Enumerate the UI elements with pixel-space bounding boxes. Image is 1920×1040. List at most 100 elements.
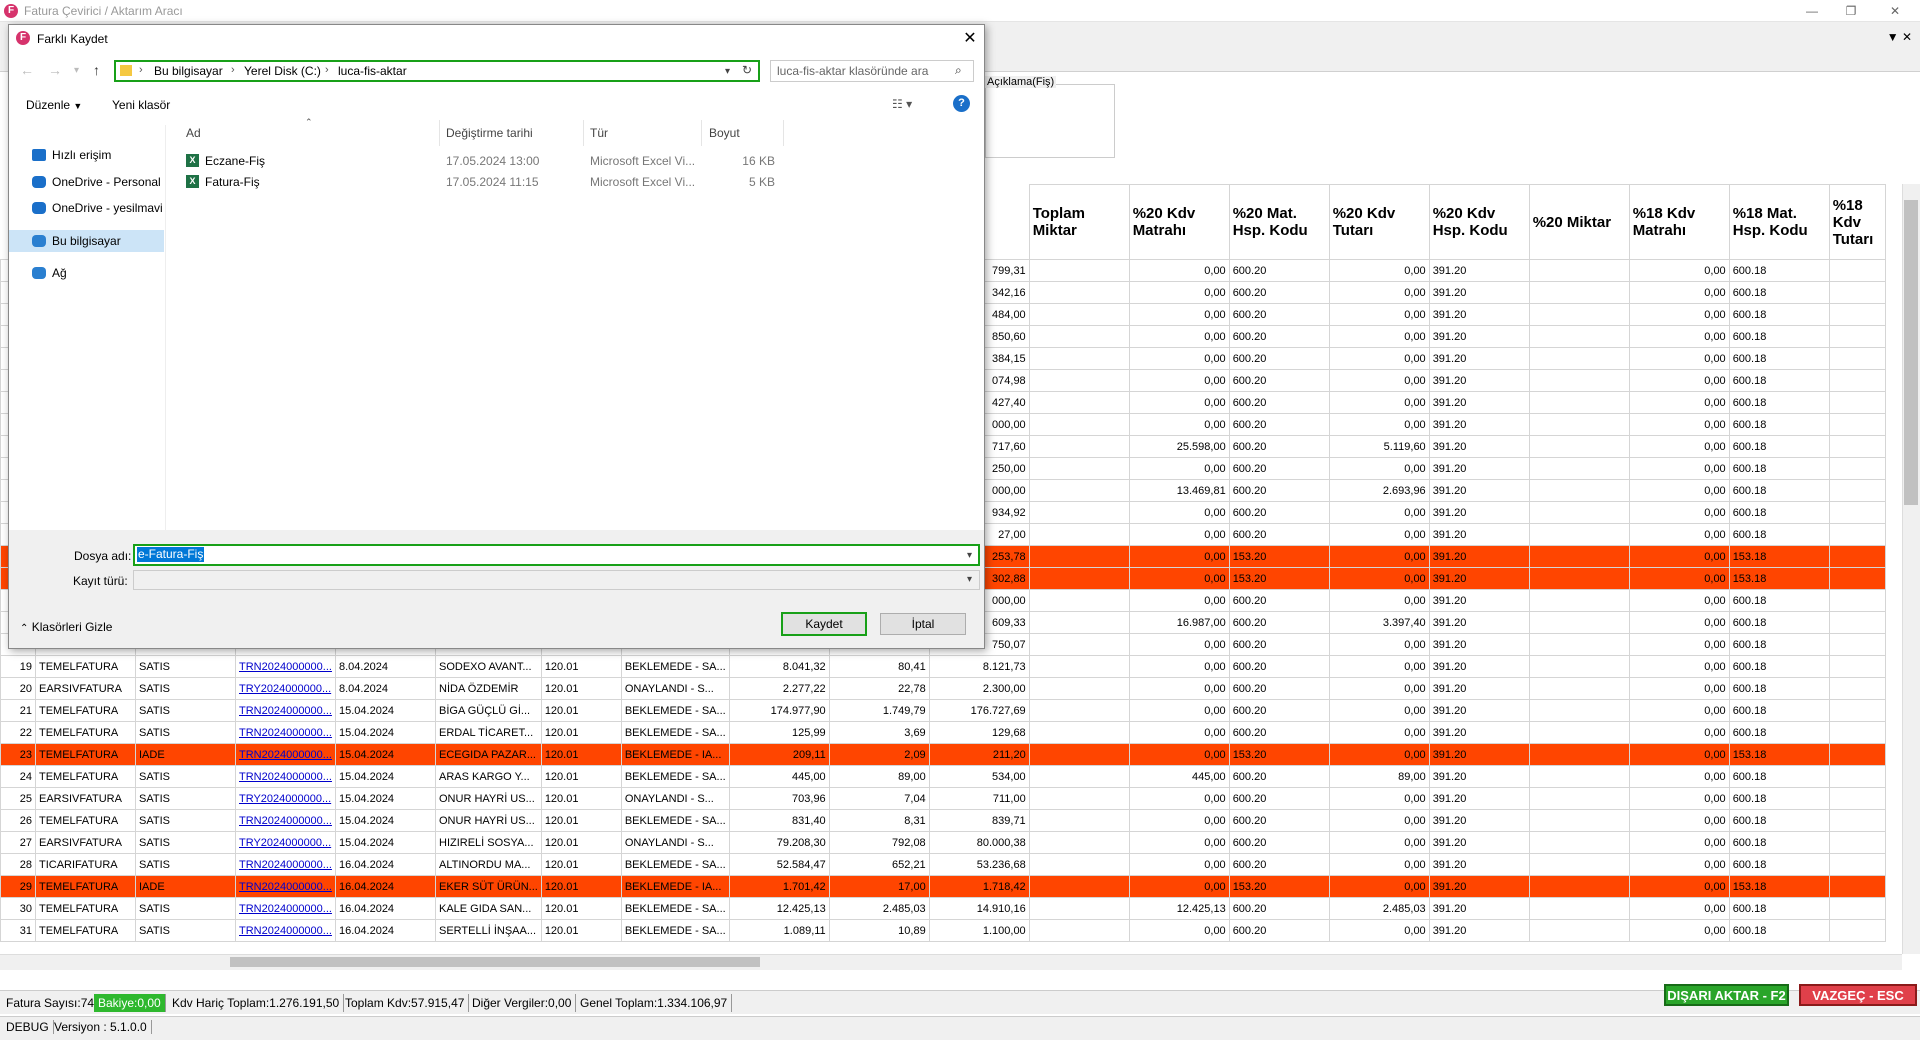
quantity-cell[interactable] (1028, 655, 1130, 678)
vat-cell[interactable]: 10,89 (828, 919, 930, 942)
row-number-cell[interactable]: 19 (0, 655, 36, 678)
vat18-base-cell[interactable]: 0,00 (1628, 765, 1730, 788)
column-header-size[interactable]: Boyut (709, 126, 740, 140)
vat-cell[interactable]: 17,00 (828, 875, 930, 898)
title-cell[interactable]: EKER SÜT ÜRÜN... (435, 875, 542, 898)
vat18-account-cell[interactable]: 600.18 (1728, 721, 1830, 744)
vat18-account-cell[interactable]: 600.18 (1728, 281, 1830, 304)
sale-type-cell[interactable]: SATIS (135, 897, 236, 920)
vat20-base-cell[interactable]: 0,00 (1128, 325, 1230, 348)
vat20-base-cell[interactable]: 25.598,00 (1128, 435, 1230, 458)
breadcrumb-current-folder[interactable]: luca-fis-aktar (338, 64, 407, 78)
vat18-account-cell[interactable]: 600.18 (1728, 677, 1830, 700)
vat18-account-cell[interactable]: 153.18 (1728, 567, 1830, 590)
vat18-base-cell[interactable]: 0,00 (1628, 457, 1730, 480)
vat18-amount-cell[interactable] (1828, 611, 1886, 634)
total-cell[interactable]: 1.100,00 (928, 919, 1030, 942)
quantity-cell[interactable] (1028, 787, 1130, 810)
row-number-cell[interactable]: 22 (0, 721, 36, 744)
vat18-account-cell[interactable]: 600.18 (1728, 523, 1830, 546)
quantity-cell[interactable] (1028, 479, 1130, 502)
base-amount-cell[interactable]: 174.977,90 (728, 699, 830, 722)
quantity-cell[interactable] (1028, 523, 1130, 546)
account-cell[interactable]: 120.01 (540, 875, 622, 898)
vat20-vat-account-cell[interactable]: 391.20 (1428, 831, 1530, 854)
column-header-modified[interactable]: Değiştirme tarihi (446, 126, 533, 140)
quantity-cell[interactable] (1028, 259, 1130, 282)
vat20-amount-cell[interactable]: 0,00 (1328, 787, 1430, 810)
vat20-base-cell[interactable]: 0,00 (1128, 677, 1230, 700)
row-number-cell[interactable]: 31 (0, 919, 36, 942)
date-cell[interactable]: 16.04.2024 (335, 919, 436, 942)
vat20-base-cell[interactable]: 0,00 (1128, 721, 1230, 744)
table-row[interactable]: 29 TEMELFATURA IADE TRN2024000000... 16.04.2… (0, 875, 1886, 898)
status-cell[interactable]: ONAYLANDI - S... (620, 831, 730, 854)
vat18-base-cell[interactable]: 0,00 (1628, 655, 1730, 678)
date-cell[interactable]: 16.04.2024 (335, 853, 436, 876)
vat20-base-cell[interactable]: 13.469,81 (1128, 479, 1230, 502)
base-amount-cell[interactable]: 79.208,30 (728, 831, 830, 854)
vat18-amount-cell[interactable] (1828, 831, 1886, 854)
column-divider[interactable] (783, 120, 784, 146)
base-amount-cell[interactable]: 1.089,11 (728, 919, 830, 942)
vat20-base-cell[interactable]: 0,00 (1128, 743, 1230, 766)
vat20-qty-cell[interactable] (1528, 435, 1630, 458)
vat18-amount-cell[interactable] (1828, 919, 1886, 942)
vat18-base-cell[interactable]: 0,00 (1628, 501, 1730, 524)
quantity-cell[interactable] (1028, 633, 1130, 656)
vat20-amount-cell[interactable]: 3.397,40 (1328, 611, 1430, 634)
invoice-number-link[interactable]: TRN2024000000... (235, 853, 336, 876)
vat20-amount-cell[interactable]: 2.693,96 (1328, 479, 1430, 502)
vat20-account-cell[interactable]: 153.20 (1228, 567, 1330, 590)
sale-type-cell[interactable]: IADE (135, 743, 236, 766)
vat20-account-cell[interactable]: 600.20 (1228, 831, 1330, 854)
file-name-value[interactable]: e-Fatura-Fiş (137, 547, 205, 562)
vat20-vat-account-cell[interactable]: 391.20 (1428, 853, 1530, 876)
row-number-cell[interactable]: 24 (0, 765, 36, 788)
save-button[interactable]: Kaydet (781, 612, 867, 636)
nav-item[interactable]: OneDrive - Personal (26, 171, 164, 193)
quantity-cell[interactable] (1028, 875, 1130, 898)
vat18-account-cell[interactable]: 600.18 (1728, 501, 1830, 524)
total-cell[interactable]: 839,71 (928, 809, 1030, 832)
vat20-vat-account-cell[interactable]: 391.20 (1428, 897, 1530, 920)
vat20-amount-cell[interactable]: 0,00 (1328, 281, 1430, 304)
status-cell[interactable]: BEKLEMEDE - SA... (620, 699, 730, 722)
address-dropdown-icon[interactable]: ▾ (725, 66, 730, 77)
quantity-cell[interactable] (1028, 677, 1130, 700)
grid-column-header[interactable]: Toplam Miktar (1028, 184, 1130, 260)
vat18-amount-cell[interactable] (1828, 743, 1886, 766)
vat18-base-cell[interactable]: 0,00 (1628, 259, 1730, 282)
breadcrumb-separator-icon[interactable]: › (139, 64, 143, 76)
vat18-account-cell[interactable]: 600.18 (1728, 809, 1830, 832)
vat18-base-cell[interactable]: 0,00 (1628, 391, 1730, 414)
vat18-base-cell[interactable]: 0,00 (1628, 633, 1730, 656)
vat20-amount-cell[interactable]: 0,00 (1328, 347, 1430, 370)
vat18-base-cell[interactable]: 0,00 (1628, 897, 1730, 920)
total-cell[interactable]: 176.727,69 (928, 699, 1030, 722)
invoice-number-link[interactable]: TRN2024000000... (235, 721, 336, 744)
title-cell[interactable]: ECEGIDA PAZAR... (435, 743, 542, 766)
vat20-qty-cell[interactable] (1528, 831, 1630, 854)
row-number-cell[interactable]: 20 (0, 677, 36, 700)
breadcrumb-local-disk[interactable]: Yerel Disk (C:) (244, 64, 321, 78)
vat20-qty-cell[interactable] (1528, 325, 1630, 348)
base-amount-cell[interactable]: 8.041,32 (728, 655, 830, 678)
title-cell[interactable]: ONUR HAYRİ US... (435, 809, 542, 832)
vat18-amount-cell[interactable] (1828, 457, 1886, 480)
vat18-account-cell[interactable]: 600.18 (1728, 897, 1830, 920)
vertical-scroll-thumb[interactable] (1904, 200, 1918, 505)
vat18-base-cell[interactable]: 0,00 (1628, 479, 1730, 502)
vat20-amount-cell[interactable]: 0,00 (1328, 809, 1430, 832)
base-amount-cell[interactable]: 125,99 (728, 721, 830, 744)
vat20-base-cell[interactable]: 0,00 (1128, 281, 1230, 304)
vat20-account-cell[interactable]: 600.20 (1228, 479, 1330, 502)
table-row[interactable]: 22 TEMELFATURA SATIS TRN2024000000... 15.04.… (0, 721, 1886, 744)
table-row[interactable]: 19 TEMELFATURA SATIS TRN2024000000... 8.04.2… (0, 655, 1886, 678)
vat20-base-cell[interactable]: 0,00 (1128, 809, 1230, 832)
vat20-account-cell[interactable]: 600.20 (1228, 457, 1330, 480)
vat20-amount-cell[interactable]: 0,00 (1328, 875, 1430, 898)
account-cell[interactable]: 120.01 (540, 809, 622, 832)
vat20-vat-account-cell[interactable]: 391.20 (1428, 743, 1530, 766)
base-amount-cell[interactable]: 2.277,22 (728, 677, 830, 700)
